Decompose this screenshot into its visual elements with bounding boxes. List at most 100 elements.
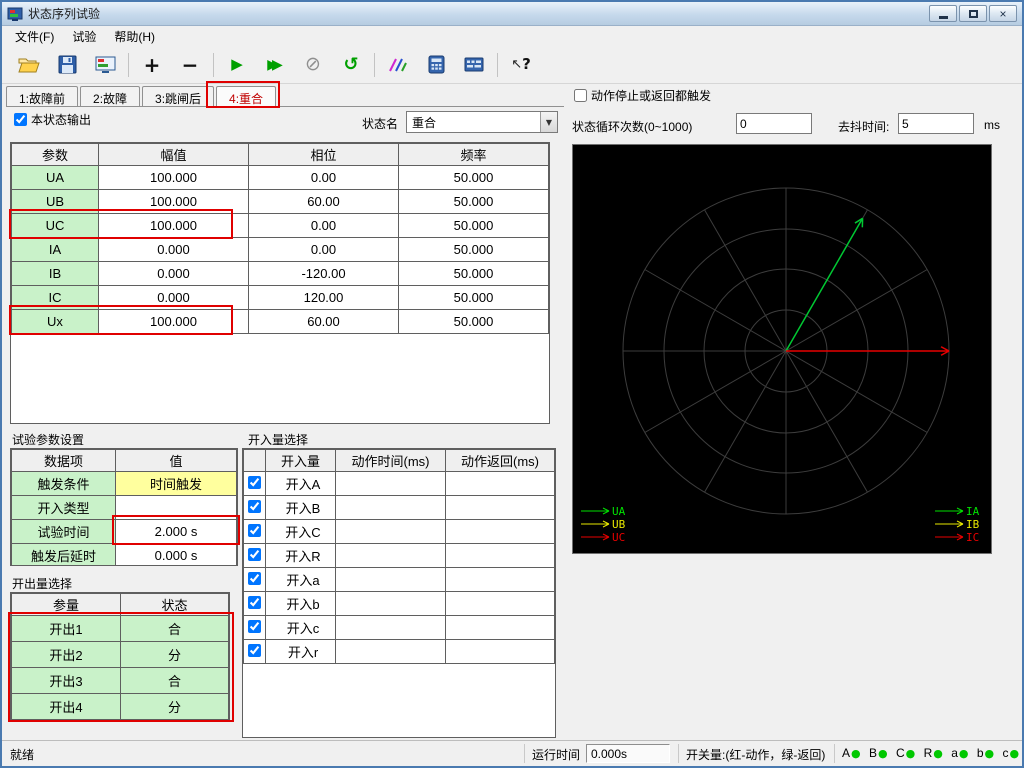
- context-help-button[interactable]: ↖ ?: [502, 50, 540, 80]
- amplitude-cell[interactable]: 0.000: [99, 238, 249, 262]
- minimize-button[interactable]: [929, 5, 957, 22]
- param-name-cell: IB: [12, 262, 99, 286]
- data-item-cell: 触发后延时: [12, 544, 116, 567]
- amplitude-cell[interactable]: 0.000: [99, 262, 249, 286]
- title-bar[interactable]: 状态序列试验 ×: [2, 2, 1022, 26]
- value-cell[interactable]: 0.000 s: [116, 544, 237, 567]
- col-input-name: 开入量: [266, 450, 336, 472]
- data-item-cell: 触发条件: [12, 472, 116, 496]
- amplitude-cell[interactable]: 100.000: [99, 214, 249, 238]
- output-state-cell[interactable]: 合: [121, 668, 229, 694]
- input-select-header: 开入量 动作时间(ms) 动作返回(ms): [244, 450, 555, 472]
- input-a-checkbox[interactable]: [248, 572, 261, 585]
- tab-state-1[interactable]: 1:故障前: [6, 86, 78, 107]
- tab-state-4[interactable]: 4:重合: [216, 86, 276, 107]
- add-state-button[interactable]: +: [133, 50, 171, 80]
- amplitude-cell[interactable]: 100.000: [99, 310, 249, 334]
- open-button[interactable]: [10, 50, 48, 80]
- calculator-button[interactable]: [417, 50, 455, 80]
- input-A-checkbox[interactable]: [248, 476, 261, 489]
- maximize-button[interactable]: [959, 5, 987, 22]
- status-bar: 就绪 运行时间 0.000s 开关量:(红-动作，绿-返回) A● B● C● …: [2, 740, 1022, 766]
- input-c-checkbox[interactable]: [248, 620, 261, 633]
- tab-state-2[interactable]: 2:故障: [80, 86, 140, 107]
- value-cell[interactable]: 时间触发: [116, 472, 237, 496]
- toolbar-separator: [128, 53, 129, 77]
- state-tabs: 1:故障前 2:故障 3:跳闸后 4:重合: [6, 86, 278, 107]
- phase-cell[interactable]: 60.00: [249, 190, 399, 214]
- reset-button[interactable]: ↺: [332, 50, 370, 80]
- value-cell[interactable]: [116, 496, 237, 520]
- save-button[interactable]: [48, 50, 86, 80]
- return-time-cell: [446, 568, 555, 592]
- soft-panel-button[interactable]: [455, 50, 493, 80]
- output-name-cell: 开出1: [12, 616, 121, 642]
- run-continuous-button[interactable]: ▶▶: [256, 50, 294, 80]
- output-state-cell[interactable]: 分: [121, 694, 229, 720]
- output-state-cell[interactable]: 分: [121, 642, 229, 668]
- frequency-cell[interactable]: 50.000: [399, 166, 549, 190]
- input-name-cell: 开入C: [266, 520, 336, 544]
- table-row-uc: UC 100.000 0.00 50.000: [12, 214, 549, 238]
- amplitude-cell[interactable]: 0.000: [99, 286, 249, 310]
- output-select-table: 参量 状态 开出1 合 开出2 分 开出3 合 开出4 分: [10, 592, 230, 720]
- param-name-cell: UA: [12, 166, 99, 190]
- toolbar-separator: [213, 53, 214, 77]
- value-cell[interactable]: 2.000 s: [116, 520, 237, 544]
- input-name-cell: 开入b: [266, 592, 336, 616]
- loop-count-input[interactable]: [736, 113, 812, 134]
- output-state-cell[interactable]: 合: [121, 616, 229, 642]
- waveform-button[interactable]: [379, 50, 417, 80]
- tab-state-3[interactable]: 3:跳闸后: [142, 86, 214, 107]
- input-B-checkbox[interactable]: [248, 500, 261, 513]
- amplitude-cell[interactable]: 100.000: [99, 166, 249, 190]
- row-input-B: 开入B: [244, 496, 555, 520]
- menu-test[interactable]: 试验: [63, 26, 105, 47]
- phase-cell[interactable]: 0.00: [249, 166, 399, 190]
- state-name-combobox[interactable]: 重合 ▼: [406, 111, 558, 133]
- state-output-row: 本状态输出: [14, 111, 91, 128]
- menu-help[interactable]: 帮助(H): [105, 26, 164, 47]
- run-button[interactable]: ▶: [218, 50, 256, 80]
- frequency-cell[interactable]: 50.000: [399, 262, 549, 286]
- frequency-cell[interactable]: 50.000: [399, 286, 549, 310]
- switch-indicator-C: C●: [896, 746, 915, 760]
- svg-text:IA: IA: [966, 505, 980, 518]
- debounce-unit-label: ms: [984, 118, 1000, 132]
- frequency-cell[interactable]: 50.000: [399, 190, 549, 214]
- debounce-time-input[interactable]: [898, 113, 974, 134]
- input-r-checkbox[interactable]: [248, 644, 261, 657]
- col-data-item: 数据项: [12, 450, 116, 472]
- state-name-value: 重合: [407, 114, 540, 131]
- frequency-cell[interactable]: 50.000: [399, 238, 549, 262]
- chevron-down-icon[interactable]: ▼: [540, 112, 557, 132]
- amplitude-cell[interactable]: 100.000: [99, 190, 249, 214]
- phase-cell[interactable]: -120.00: [249, 262, 399, 286]
- frequency-cell[interactable]: 50.000: [399, 310, 549, 334]
- return-time-cell: [446, 592, 555, 616]
- menu-file[interactable]: 文件(F): [6, 26, 63, 47]
- switch-indicators: A● B● C● R● a● b● c● r●: [842, 746, 1024, 760]
- input-R-checkbox[interactable]: [248, 548, 261, 561]
- input-C-checkbox[interactable]: [248, 524, 261, 537]
- parameter-table: 参数 幅值 相位 频率 UA 100.000 0.00 50.000 UB 10…: [10, 142, 550, 424]
- close-button[interactable]: ×: [989, 5, 1017, 22]
- display-settings-button[interactable]: [86, 50, 124, 80]
- return-time-cell: [446, 544, 555, 568]
- switch-indicator-b: b●: [977, 746, 994, 760]
- output-select-title: 开出量选择: [12, 575, 72, 592]
- table-row-ic: IC 0.000 120.00 50.000: [12, 286, 549, 310]
- trigger-mode-label: 动作停止或返回都触发: [591, 87, 711, 104]
- input-b-checkbox[interactable]: [248, 596, 261, 609]
- param-name-cell: UC: [12, 214, 99, 238]
- phase-cell[interactable]: 120.00: [249, 286, 399, 310]
- frequency-cell[interactable]: 50.000: [399, 214, 549, 238]
- remove-state-button[interactable]: −: [171, 50, 209, 80]
- input-name-cell: 开入A: [266, 472, 336, 496]
- trigger-mode-checkbox[interactable]: [574, 89, 587, 102]
- phase-cell[interactable]: 0.00: [249, 214, 399, 238]
- stop-button[interactable]: ⊘: [294, 50, 332, 80]
- phase-cell[interactable]: 0.00: [249, 238, 399, 262]
- state-output-checkbox[interactable]: [14, 113, 27, 126]
- phase-cell[interactable]: 60.00: [249, 310, 399, 334]
